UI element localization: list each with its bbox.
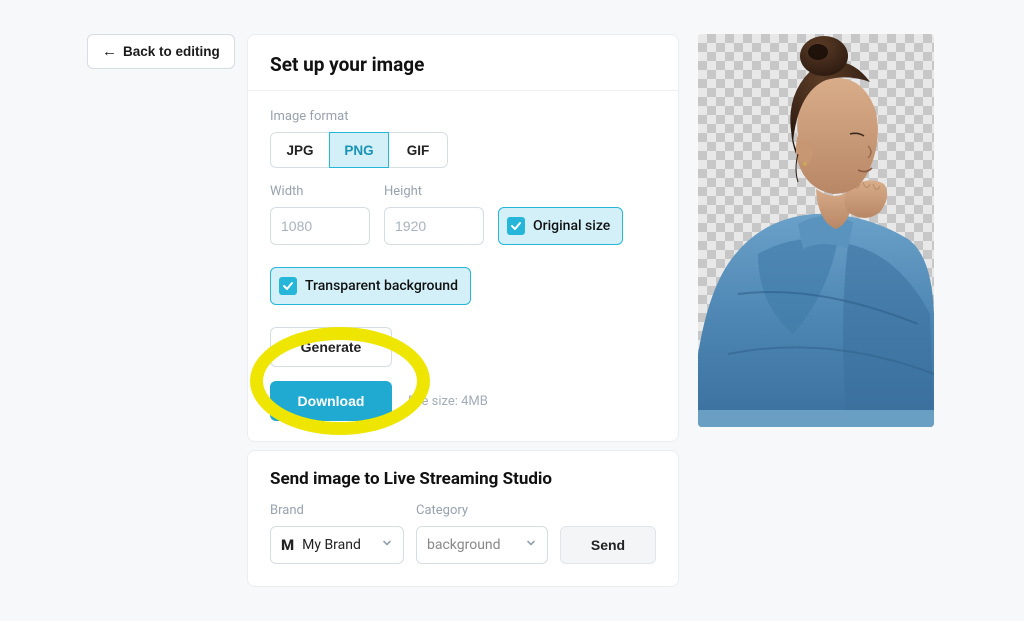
file-size-text: File size: 4MB — [408, 394, 488, 409]
original-size-label: Original size — [533, 218, 610, 234]
brand-label: Brand — [270, 503, 404, 518]
chevron-down-icon — [525, 537, 537, 553]
format-group: JPG PNG GIF — [270, 132, 448, 168]
chevron-down-icon — [381, 537, 393, 553]
brand-logo-icon: M — [281, 536, 294, 554]
format-jpg-button[interactable]: JPG — [270, 132, 330, 168]
send-title: Send image to Live Streaming Studio — [270, 469, 656, 489]
category-value: background — [427, 537, 501, 553]
format-png-button[interactable]: PNG — [329, 132, 389, 168]
setup-card: Set up your image Image format JPG PNG G… — [247, 34, 679, 442]
send-card: Send image to Live Streaming Studio Bran… — [247, 450, 679, 587]
width-label: Width — [270, 184, 370, 199]
brand-value: My Brand — [302, 537, 361, 553]
download-button[interactable]: Download — [270, 381, 392, 421]
width-input[interactable] — [270, 207, 370, 245]
back-label: Back to editing — [123, 44, 220, 59]
category-select[interactable]: background — [416, 526, 548, 564]
check-icon — [279, 277, 297, 295]
back-to-editing-button[interactable]: ← Back to editing — [87, 34, 235, 69]
original-size-checkbox[interactable]: Original size — [498, 207, 623, 245]
transparent-bg-label: Transparent background — [305, 278, 458, 294]
brand-select[interactable]: M My Brand — [270, 526, 404, 564]
category-label: Category — [416, 503, 548, 518]
format-label: Image format — [270, 109, 656, 124]
format-gif-button[interactable]: GIF — [388, 132, 448, 168]
height-input[interactable] — [384, 207, 484, 245]
setup-section: Image format JPG PNG GIF Width Height Or… — [248, 91, 678, 441]
arrow-left-icon: ← — [102, 44, 117, 59]
setup-title: Set up your image — [248, 35, 678, 91]
height-label: Height — [384, 184, 484, 199]
generate-button[interactable]: Generate — [270, 327, 392, 367]
transparent-bg-checkbox[interactable]: Transparent background — [270, 267, 471, 305]
width-column: Width — [270, 184, 370, 245]
check-icon — [507, 217, 525, 235]
height-column: Height — [384, 184, 484, 245]
preview-portrait-svg — [698, 34, 934, 427]
send-button[interactable]: Send — [560, 526, 656, 564]
image-preview — [698, 34, 934, 427]
